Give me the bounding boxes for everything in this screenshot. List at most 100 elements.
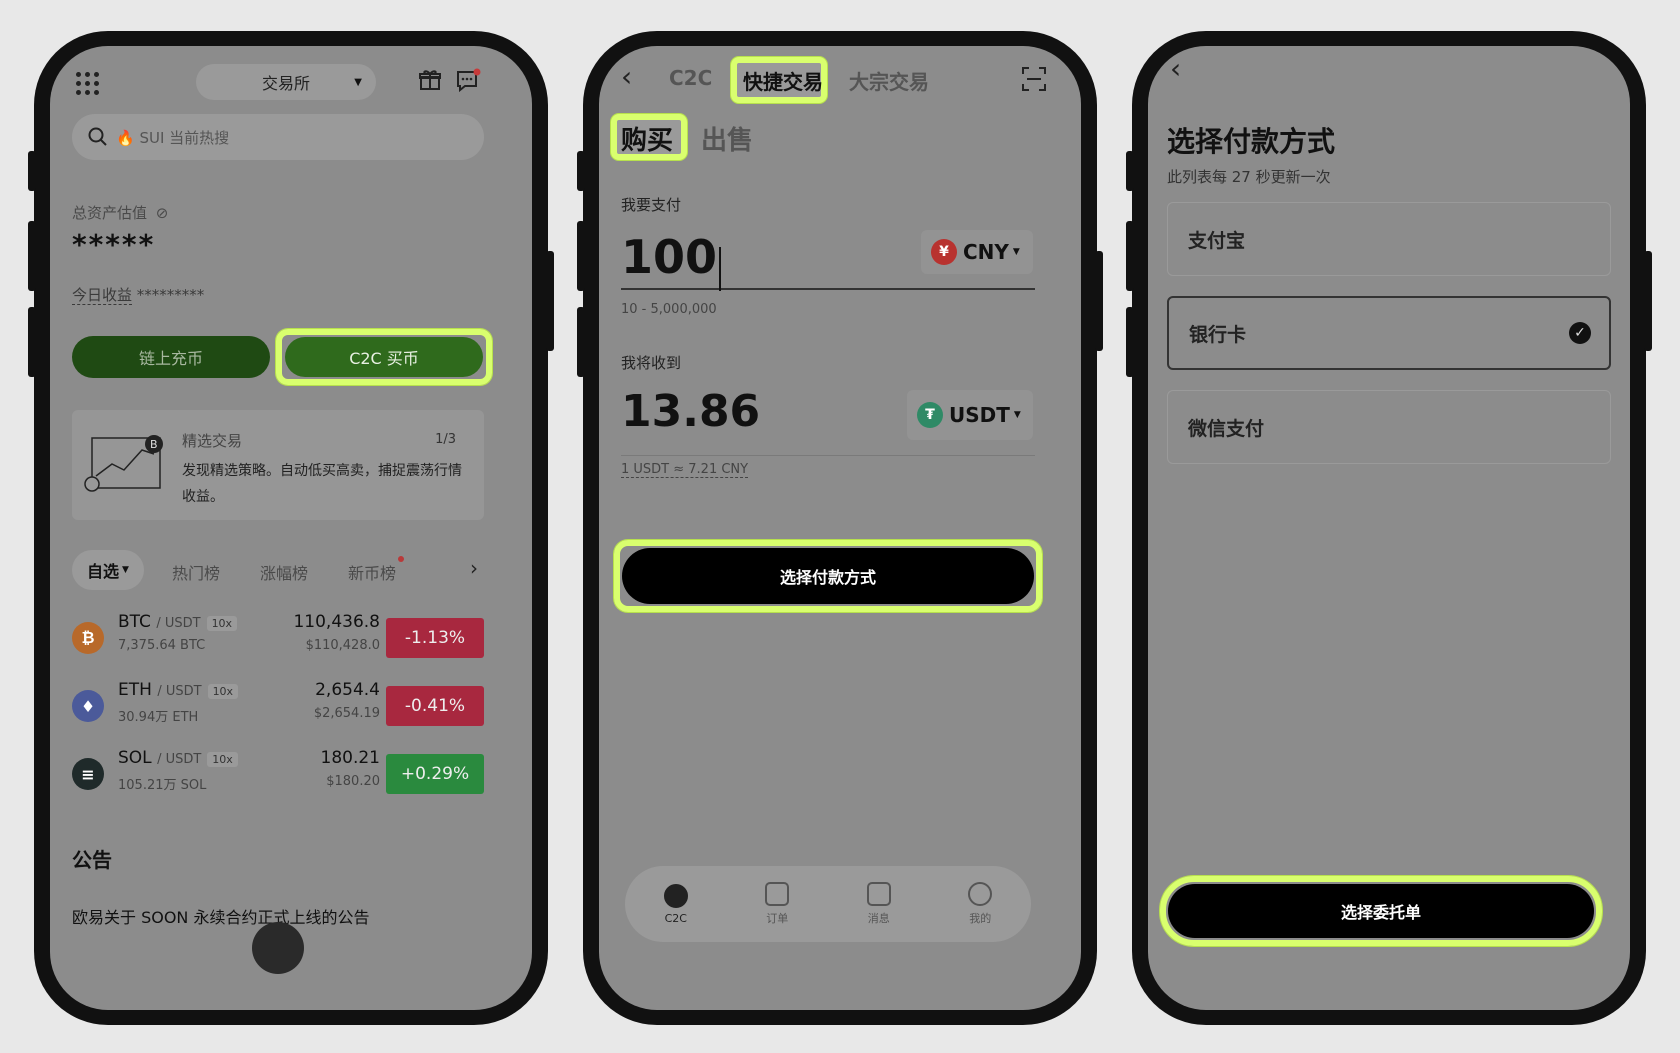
change-badge: -0.41%	[386, 686, 484, 726]
fiat-price: $110,428.0	[305, 638, 380, 653]
volume: 105.21万 SOL	[118, 778, 207, 793]
pay-range: 10 - 5,000,000	[621, 302, 717, 317]
price: 180.21	[320, 748, 380, 768]
page-subtitle: 此列表每 27 秒更新一次	[1167, 168, 1331, 186]
tab-watchlist[interactable]: 自选 ▼	[72, 550, 144, 590]
change-badge: -1.13%	[386, 618, 484, 658]
tab-new[interactable]: 新币榜	[348, 560, 396, 584]
select-payment-button[interactable]: 选择付款方式	[622, 548, 1034, 604]
bottom-tabbar: C2C 订单 消息 我的	[625, 866, 1031, 942]
feature-page: 1/3	[435, 432, 456, 447]
search-input[interactable]: 🔥 SUI 当前热搜	[72, 114, 484, 160]
text-cursor	[719, 246, 722, 291]
pay-currency-select[interactable]: ¥ CNY ▼	[921, 230, 1033, 274]
tabbar-profile[interactable]: 我的	[950, 882, 1010, 926]
apps-grid-icon[interactable]	[76, 72, 99, 95]
today-label: 今日收益	[72, 286, 133, 305]
search-placeholder: 🔥 SUI 当前热搜	[116, 128, 230, 147]
quick-trade-screen: ‹ C2C 快捷交易 大宗交易 购买 出售 我要支付 100 ¥ CNY ▼ 1…	[599, 46, 1081, 1010]
market-row-eth[interactable]: ♦ ETH / USDT 10x 30.94万 ETH 2,654.4 $2,65…	[72, 680, 484, 748]
volume: 7,375.64 BTC	[118, 638, 206, 653]
price: 110,436.8	[293, 612, 380, 632]
svg-text:B: B	[150, 438, 158, 451]
tabbar-orders[interactable]: 订单	[747, 882, 807, 926]
feature-desc: 发现精选策略。自动低买高卖，捕捉震荡行情收益。	[182, 463, 462, 505]
home-screen: 交易所 ▼ 🔥 SUI 当前热搜 总资产估值 ⊘ ***** 今日收益 ****…	[50, 46, 532, 1010]
pay-label: 我要支付	[621, 196, 682, 214]
receive-currency-select[interactable]: ₮ USDT ▼	[907, 390, 1033, 440]
announcement-title: 公告	[72, 848, 112, 872]
receive-currency: USDT	[949, 403, 1010, 427]
option-bank-card[interactable]: 银行卡 ✓	[1167, 296, 1611, 370]
phone-quick-trade: ‹ C2C 快捷交易 大宗交易 购买 出售 我要支付 100 ¥ CNY ▼ 1…	[577, 31, 1103, 1025]
message-icon[interactable]	[455, 68, 481, 93]
users-icon	[663, 883, 688, 908]
tab-gainers[interactable]: 涨幅榜	[260, 560, 308, 584]
gift-icon[interactable]	[418, 68, 442, 92]
new-dot	[398, 556, 404, 562]
fiat-price: $180.20	[326, 774, 380, 789]
price: 2,654.4	[315, 680, 380, 700]
back-icon[interactable]: ‹	[621, 60, 632, 93]
caret-down-icon: ▼	[122, 565, 129, 575]
caret-down-icon: ▼	[1013, 410, 1021, 420]
chat-icon	[866, 882, 891, 906]
exchange-switch-label: 交易所	[261, 74, 310, 93]
search-icon	[88, 127, 107, 146]
c2c-buy-button[interactable]: C2C 买币	[285, 337, 483, 377]
option-alipay[interactable]: 支付宝	[1167, 202, 1611, 276]
tabbar-c2c[interactable]: C2C	[646, 883, 706, 925]
eye-hidden-icon[interactable]: ⊘	[156, 204, 169, 222]
change-badge: +0.29%	[386, 754, 484, 794]
person-icon	[968, 882, 993, 906]
scan-icon[interactable]	[1021, 66, 1047, 92]
tab-c2c[interactable]: C2C	[669, 66, 712, 90]
exchange-switch[interactable]: 交易所 ▼	[196, 64, 376, 100]
btc-coin-icon: ₿	[72, 622, 104, 654]
pay-currency: CNY	[963, 240, 1009, 264]
tab-hot[interactable]: 热门榜	[172, 560, 220, 584]
receive-label: 我将收到	[621, 354, 682, 372]
caret-down-icon: ▼	[1012, 247, 1020, 257]
tab-quick-trade[interactable]: 快捷交易	[743, 66, 823, 95]
today-earnings: 今日收益 *********	[72, 284, 204, 305]
eth-coin-icon: ♦	[72, 690, 104, 722]
fiat-price: $2,654.19	[313, 706, 380, 721]
usdt-icon: ₮	[917, 402, 943, 428]
today-value: *********	[136, 286, 205, 304]
buy-tab[interactable]: 购买	[621, 120, 673, 157]
pay-amount-value: 100	[621, 230, 718, 284]
phone-home: 交易所 ▼ 🔥 SUI 当前热搜 总资产估值 ⊘ ***** 今日收益 ****…	[28, 31, 554, 1025]
sol-coin-icon: ≡	[72, 758, 104, 790]
market-row-sol[interactable]: ≡ SOL / USDT 10x 105.21万 SOL 180.21 $180.…	[72, 748, 484, 816]
phone-payment-method: ‹ 选择付款方式 此列表每 27 秒更新一次 支付宝 银行卡 ✓ 微信支付 选择…	[1126, 31, 1652, 1025]
tabbar-messages[interactable]: 消息	[849, 882, 909, 926]
symbol: ETH	[118, 680, 152, 700]
option-wechat-pay[interactable]: 微信支付	[1167, 390, 1611, 464]
symbol: BTC	[118, 612, 151, 632]
volume: 30.94万 ETH	[118, 710, 199, 725]
strategy-chart-icon: B	[84, 435, 163, 492]
payment-method-screen: ‹ 选择付款方式 此列表每 27 秒更新一次 支付宝 银行卡 ✓ 微信支付 选择…	[1148, 46, 1630, 1010]
back-float-button[interactable]	[252, 922, 304, 974]
receive-amount-value: 13.86	[621, 386, 761, 437]
back-icon[interactable]: ‹	[1170, 52, 1181, 85]
cny-icon: ¥	[931, 239, 957, 265]
market-row-btc[interactable]: ₿ BTC / USDT 10x 7,375.64 BTC 110,436.8 $…	[72, 612, 484, 680]
tab-bulk-trade[interactable]: 大宗交易	[849, 66, 929, 95]
feature-title: 精选交易	[182, 432, 243, 450]
symbol: SOL	[118, 748, 152, 768]
select-order-button[interactable]: 选择委托单	[1168, 884, 1594, 938]
orders-icon	[765, 882, 790, 906]
assets-label: 总资产估值 ⊘	[72, 204, 169, 222]
onchain-deposit-button[interactable]: 链上充币	[72, 336, 270, 378]
page-title: 选择付款方式	[1167, 125, 1336, 158]
exchange-rate: 1 USDT ≈ 7.21 CNY	[621, 462, 749, 478]
check-icon: ✓	[1569, 322, 1591, 344]
caret-down-icon: ▼	[354, 76, 362, 88]
chevron-right-icon[interactable]: ›	[470, 556, 478, 580]
assets-value: *****	[72, 228, 156, 261]
announcement-item[interactable]: 欧易关于 SOON 永续合约正式上线的公告	[72, 904, 370, 928]
sell-tab[interactable]: 出售	[701, 120, 753, 157]
feature-card[interactable]: B 精选交易 1/3 发现精选策略。自动低买高卖，捕捉震荡行情收益。	[72, 410, 484, 520]
